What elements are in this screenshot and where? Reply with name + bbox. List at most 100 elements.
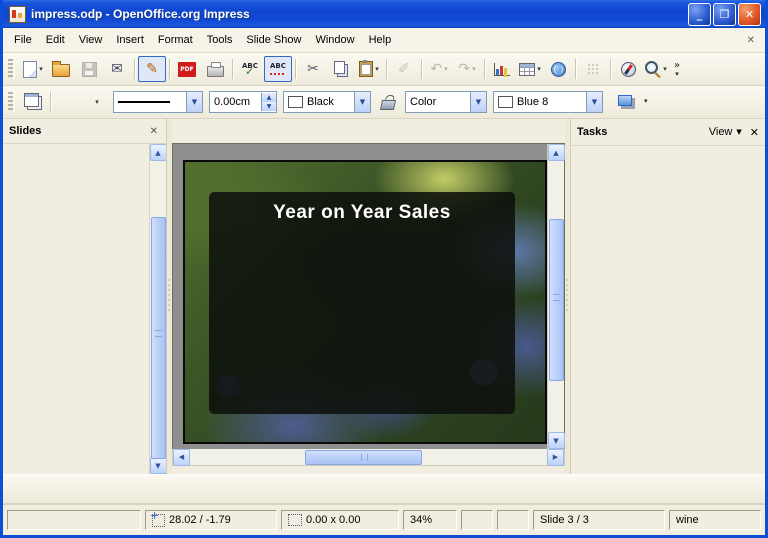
area-fill-button[interactable]: [374, 89, 402, 115]
scrollbar-thumb[interactable]: [305, 450, 422, 465]
status-zoom[interactable]: 34%: [403, 510, 457, 530]
paste-icon: [359, 61, 373, 77]
paste-button[interactable]: ▾: [355, 56, 383, 82]
menu-slide-show[interactable]: Slide Show: [239, 31, 308, 49]
hyperlink-button[interactable]: [544, 56, 572, 82]
line-color-combo[interactable]: Black ▼: [283, 91, 371, 113]
dropdown-arrow-icon[interactable]: ▾: [444, 65, 448, 73]
status-template[interactable]: wine: [669, 510, 761, 530]
line-width-spinner[interactable]: 0.00cm ▲▼: [209, 91, 277, 113]
drawing-toolbar: [3, 474, 765, 504]
cut-button[interactable]: ✂: [299, 56, 327, 82]
status-modified: [461, 510, 493, 530]
navigator-button[interactable]: [614, 56, 642, 82]
insert-chart-button[interactable]: [488, 56, 516, 82]
insert-table-button[interactable]: ▾: [516, 56, 544, 82]
menu-format[interactable]: Format: [151, 31, 200, 49]
position-icon: [152, 514, 165, 527]
dropdown-arrow-icon[interactable]: ▾: [39, 65, 43, 73]
edit-file-button[interactable]: ✎: [138, 56, 166, 82]
line-fill-toolbar: ▾ ▼ 0.00cm ▲▼ Black ▼ Color ▼ Blue 8 ▼ ▾: [3, 86, 765, 119]
print-file-button[interactable]: [201, 56, 229, 82]
format-paintbrush-icon: ✐: [398, 62, 410, 76]
scroll-down-icon[interactable]: ▼: [150, 457, 167, 474]
scroll-left-icon[interactable]: ◀: [173, 449, 190, 466]
combo-arrow-icon[interactable]: ▼: [186, 92, 202, 112]
menu-insert[interactable]: Insert: [109, 31, 151, 49]
horizontal-scrollbar[interactable]: ◀ ▶: [172, 449, 565, 466]
dropdown-arrow-icon[interactable]: ▾: [95, 98, 99, 106]
insert-table-icon: [519, 63, 535, 76]
email-button[interactable]: ✉: [103, 56, 131, 82]
dropdown-arrow-icon[interactable]: ▾: [472, 65, 476, 73]
document-close-icon[interactable]: ✕: [741, 33, 761, 48]
line-width-value[interactable]: 0.00cm: [210, 96, 261, 108]
minimize-button[interactable]: _: [688, 3, 711, 26]
toolbar-overflow[interactable]: »▾: [670, 60, 684, 79]
fill-color-combo[interactable]: Blue 8 ▼: [493, 91, 603, 113]
new-document-button[interactable]: ▾: [19, 56, 47, 82]
menu-tools[interactable]: Tools: [200, 31, 240, 49]
new-document-icon: [23, 61, 37, 78]
scroll-up-icon[interactable]: ▲: [548, 144, 565, 161]
copy-button[interactable]: [327, 56, 355, 82]
line-style-combo[interactable]: ▼: [113, 91, 203, 113]
combo-arrow-icon[interactable]: ▼: [354, 92, 370, 112]
dropdown-arrow-icon[interactable]: ▾: [663, 65, 667, 73]
toolbar-grip[interactable]: [8, 92, 15, 112]
area-style-label[interactable]: Color: [406, 96, 470, 108]
open-button[interactable]: [47, 56, 75, 82]
area-style-combo[interactable]: Color ▼: [405, 91, 487, 113]
separator: [295, 59, 296, 79]
separator: [610, 59, 611, 79]
workspace: Year on Year Sales ▲ ▼ ◀ ▶: [172, 119, 565, 474]
status-slide-number[interactable]: Slide 3 / 3: [533, 510, 665, 530]
shadow-button[interactable]: [612, 89, 640, 115]
scroll-right-icon[interactable]: ▶: [547, 449, 564, 466]
toolbar-options-icon[interactable]: ▾: [640, 98, 652, 106]
slides-close-icon[interactable]: ✕: [148, 126, 160, 137]
slide-canvas[interactable]: Year on Year Sales ▲ ▼: [172, 143, 565, 449]
auto-spellcheck-icon: [270, 62, 286, 76]
arrow-style-button[interactable]: ▾: [82, 89, 110, 115]
menu-view[interactable]: View: [72, 31, 110, 49]
tasks-view-menu[interactable]: View ▼: [709, 126, 742, 138]
tasks-close-icon[interactable]: ✕: [750, 126, 759, 139]
spin-down-icon[interactable]: ▼: [262, 102, 276, 111]
status-message: [7, 510, 141, 530]
toolbar-grip[interactable]: [8, 59, 15, 79]
slides-scrollbar[interactable]: ▲ ▼: [149, 144, 166, 474]
spellcheck-button[interactable]: [236, 56, 264, 82]
panel-splitter[interactable]: [565, 119, 570, 474]
vertical-scrollbar[interactable]: ▲ ▼: [547, 144, 564, 449]
impress-window: impress.odp - OpenOffice.org Impress _ ❐…: [0, 0, 768, 538]
scroll-down-icon[interactable]: ▼: [548, 432, 565, 449]
status-signature: [497, 510, 529, 530]
slide-3-editing-area[interactable]: Year on Year Sales: [183, 160, 547, 444]
status-position[interactable]: 28.02 / -1.79: [145, 510, 277, 530]
close-button[interactable]: ✕: [738, 3, 761, 26]
zoom-button[interactable]: ▾: [642, 56, 670, 82]
menu-help[interactable]: Help: [362, 31, 399, 49]
dropdown-arrow-icon[interactable]: ▾: [375, 65, 379, 73]
scrollbar-thumb[interactable]: [549, 219, 564, 381]
shadow-icon: [618, 95, 632, 106]
combo-arrow-icon[interactable]: ▼: [470, 92, 486, 112]
menu-file[interactable]: File: [7, 31, 39, 49]
menu-edit[interactable]: Edit: [39, 31, 72, 49]
maximize-button[interactable]: ❐: [713, 3, 736, 26]
export-pdf-button[interactable]: PDF: [173, 56, 201, 82]
auto-spellcheck-button[interactable]: [264, 56, 292, 82]
spin-up-icon[interactable]: ▲: [262, 93, 276, 102]
sales-chart[interactable]: Year on Year Sales: [209, 192, 515, 414]
separator: [386, 59, 387, 79]
dropdown-arrow-icon[interactable]: ▾: [537, 65, 541, 73]
scroll-up-icon[interactable]: ▲: [150, 144, 167, 161]
scrollbar-thumb[interactable]: [151, 217, 166, 459]
combo-arrow-icon[interactable]: ▼: [586, 92, 602, 112]
status-size[interactable]: 0.00 x 0.00: [281, 510, 399, 530]
line-button[interactable]: [54, 89, 82, 115]
styles-and-formatting-button[interactable]: [19, 89, 47, 115]
menu-window[interactable]: Window: [308, 31, 361, 49]
display-grid-button[interactable]: [579, 56, 607, 82]
